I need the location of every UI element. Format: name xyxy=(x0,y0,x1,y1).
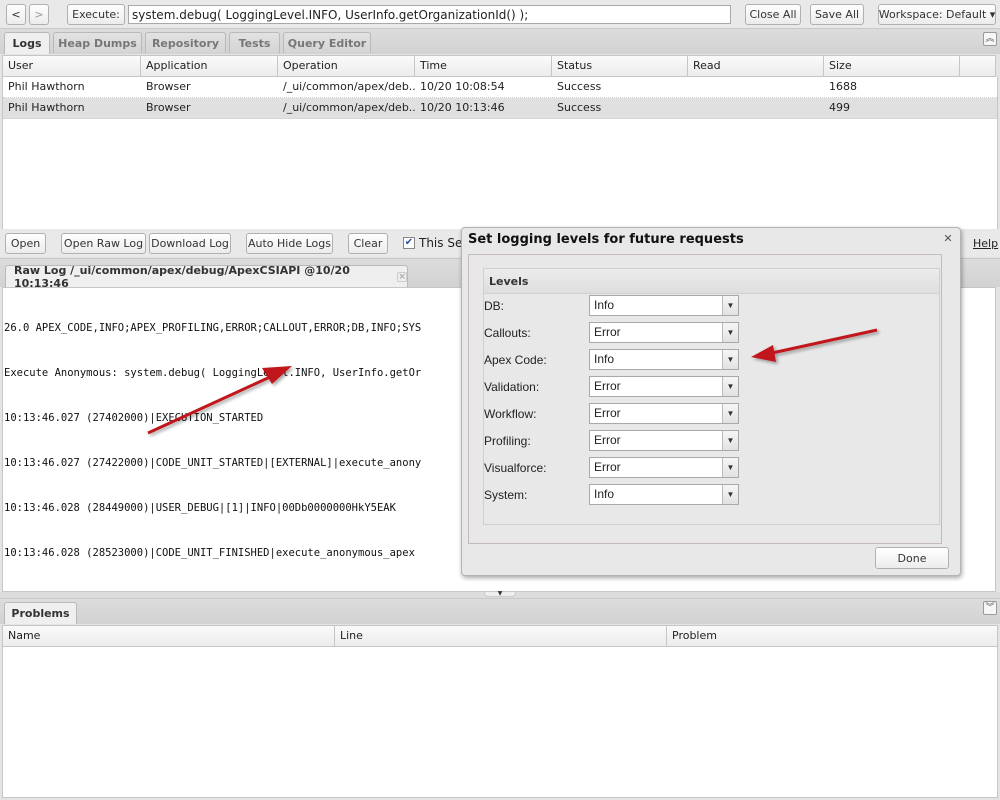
level-value: Info xyxy=(594,487,615,501)
download-log-button[interactable]: Download Log xyxy=(149,233,231,254)
column-header-time[interactable]: Time xyxy=(415,56,552,76)
main-tab-strip: Logs Heap Dumps Repository Tests Query E… xyxy=(0,28,1000,54)
top-toolbar: < > Execute: Close All Save All Workspac… xyxy=(0,0,1000,28)
cell-status: Success xyxy=(557,80,602,93)
forward-button[interactable]: > xyxy=(29,4,49,25)
collapse-up-icon[interactable]: ︽ xyxy=(983,32,997,46)
level-label-profiling: Profiling: xyxy=(484,434,531,448)
chevron-down-icon: ▼ xyxy=(722,458,738,477)
close-all-button[interactable]: Close All xyxy=(745,4,801,25)
level-value: Error xyxy=(594,379,621,393)
cell-operation: /_ui/common/apex/deb... xyxy=(283,80,415,93)
level-label-visualforce: Visualforce: xyxy=(484,461,547,475)
level-value: Info xyxy=(594,298,615,312)
table-row[interactable]: Phil Hawthorn Browser /_ui/common/apex/d… xyxy=(3,98,997,119)
open-button[interactable]: Open xyxy=(5,233,46,254)
logging-levels-dialog: Set logging levels for future requests ✕… xyxy=(461,227,961,576)
help-link[interactable]: Help xyxy=(973,237,998,250)
column-header-size[interactable]: Size xyxy=(824,56,960,76)
level-value: Error xyxy=(594,433,621,447)
open-raw-log-button[interactable]: Open Raw Log xyxy=(61,233,146,254)
problems-table-body xyxy=(2,647,998,798)
cell-user: Phil Hawthorn xyxy=(8,101,85,114)
chevron-down-icon: ▼ xyxy=(722,323,738,342)
save-all-button[interactable]: Save All xyxy=(810,4,864,25)
column-header-name[interactable]: Name xyxy=(3,626,335,646)
this-session-label: This Se xyxy=(419,236,463,250)
chevron-down-icon: ▼ xyxy=(722,431,738,450)
problems-table-header: Name Line Problem xyxy=(2,625,998,647)
close-tab-icon[interactable]: × xyxy=(397,271,407,282)
table-row[interactable]: Phil Hawthorn Browser /_ui/common/apex/d… xyxy=(3,77,997,98)
close-icon[interactable]: ✕ xyxy=(942,233,954,245)
level-select-callouts[interactable]: Error ▼ xyxy=(589,322,739,343)
level-select-db[interactable]: Info ▼ xyxy=(589,295,739,316)
level-value: Info xyxy=(594,352,615,366)
chevron-down-icon: ▼ xyxy=(722,485,738,504)
tab-problems[interactable]: Problems xyxy=(4,602,77,624)
cell-read xyxy=(688,98,824,118)
level-value: Error xyxy=(594,460,621,474)
chevron-down-icon: ▼ xyxy=(722,404,738,423)
level-select-profiling[interactable]: Error ▼ xyxy=(589,430,739,451)
level-label-db: DB: xyxy=(484,299,505,313)
cell-read xyxy=(688,77,824,97)
logs-table-body: Phil Hawthorn Browser /_ui/common/apex/d… xyxy=(2,77,998,229)
level-value: Error xyxy=(594,406,621,420)
level-label-validation: Validation: xyxy=(484,380,540,394)
level-label-apex-code: Apex Code: xyxy=(484,353,547,367)
clear-button[interactable]: Clear xyxy=(348,233,388,254)
column-header-user[interactable]: User xyxy=(3,56,141,76)
level-label-workflow: Workflow: xyxy=(484,407,537,421)
cell-time: 10/20 10:08:54 xyxy=(420,80,505,93)
column-header-line[interactable]: Line xyxy=(335,626,667,646)
problems-tab-strip: Problems ︾ xyxy=(0,598,1000,624)
cell-operation: /_ui/common/apex/deb... xyxy=(283,101,415,114)
tab-query-editor[interactable]: Query Editor xyxy=(283,32,371,53)
chevron-down-icon: ▼ xyxy=(722,296,738,315)
tab-logs[interactable]: Logs xyxy=(4,32,50,54)
done-button[interactable]: Done xyxy=(875,547,949,569)
cell-size: 1688 xyxy=(829,80,857,93)
auto-hide-logs-button[interactable]: Auto Hide Logs xyxy=(246,233,333,254)
level-value: Error xyxy=(594,325,621,339)
chevron-down-icon: ▼ xyxy=(722,350,738,369)
level-label-callouts: Callouts: xyxy=(484,326,531,340)
execute-button[interactable]: Execute: xyxy=(67,4,125,25)
column-header-problem[interactable]: Problem xyxy=(667,626,997,646)
tab-tests[interactable]: Tests xyxy=(229,32,280,53)
raw-log-tab-label: Raw Log /_ui/common/apex/debug/ApexCSIAP… xyxy=(14,263,350,290)
cell-application: Browser xyxy=(146,80,191,93)
level-select-workflow[interactable]: Error ▼ xyxy=(589,403,739,424)
column-header-operation[interactable]: Operation xyxy=(278,56,415,76)
levels-heading: Levels xyxy=(484,269,939,294)
dialog-title: Set logging levels for future requests xyxy=(468,232,744,247)
column-header-application[interactable]: Application xyxy=(141,56,278,76)
level-label-system: System: xyxy=(484,488,528,502)
column-header-status[interactable]: Status xyxy=(552,56,688,76)
levels-fieldset: Levels DB: Info ▼ Callouts: Error ▼ Apex C… xyxy=(483,268,940,525)
cell-user: Phil Hawthorn xyxy=(8,80,85,93)
cell-time: 10/20 10:13:46 xyxy=(420,101,505,114)
workspace-dropdown[interactable]: Workspace: Default ▾ xyxy=(878,4,996,25)
logs-table-header: User Application Operation Time Status R… xyxy=(2,55,996,77)
level-select-visualforce[interactable]: Error ▼ xyxy=(589,457,739,478)
level-select-validation[interactable]: Error ▼ xyxy=(589,376,739,397)
this-session-checkbox[interactable]: ✔ xyxy=(403,237,415,249)
cell-application: Browser xyxy=(146,101,191,114)
level-select-apex-code[interactable]: Info ▼ xyxy=(589,349,739,370)
tab-raw-log[interactable]: Raw Log /_ui/common/apex/debug/ApexCSIAP… xyxy=(5,263,408,290)
level-select-system[interactable]: Info ▼ xyxy=(589,484,739,505)
tab-heap-dumps[interactable]: Heap Dumps xyxy=(53,32,142,53)
cell-status: Success xyxy=(557,101,602,114)
cell-size: 499 xyxy=(829,101,850,114)
back-button[interactable]: < xyxy=(6,4,26,25)
dialog-body: Levels DB: Info ▼ Callouts: Error ▼ Apex C… xyxy=(468,254,942,544)
chevron-down-icon: ▼ xyxy=(722,377,738,396)
collapse-down-icon[interactable]: ︾ xyxy=(983,601,997,615)
tab-repository[interactable]: Repository xyxy=(145,32,226,53)
execute-input[interactable] xyxy=(128,5,731,24)
column-header-read[interactable]: Read xyxy=(688,56,824,76)
splitter-handle-icon[interactable]: ▼ xyxy=(484,591,516,597)
